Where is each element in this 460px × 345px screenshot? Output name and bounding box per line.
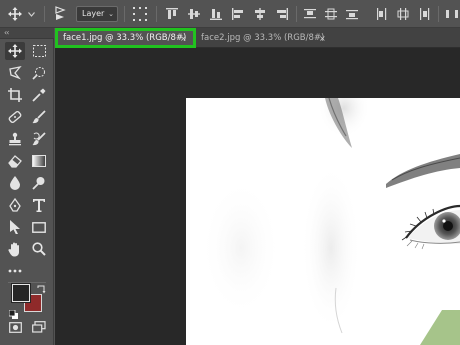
brush-icon[interactable] xyxy=(29,108,49,126)
close-icon[interactable]: × xyxy=(319,34,326,43)
distribute-left-icon[interactable] xyxy=(374,0,390,28)
history-brush-icon[interactable] xyxy=(29,130,49,148)
hand-icon[interactable] xyxy=(5,240,25,258)
foreground-color-swatch[interactable] xyxy=(11,283,31,303)
distribute-spacing-icon[interactable] xyxy=(444,0,460,28)
align-top-icon[interactable] xyxy=(164,0,180,28)
more-tools-icon[interactable] xyxy=(5,262,25,280)
tab-face2[interactable]: face2.jpg @ 33.3% (RGB/8#) × xyxy=(195,28,335,48)
distribute-bottom-icon[interactable] xyxy=(344,0,360,28)
default-colors-icon[interactable] xyxy=(8,304,18,319)
options-bar: Layer ⌄ xyxy=(0,0,460,28)
face-photo xyxy=(201,98,460,345)
document-canvas[interactable] xyxy=(186,98,460,345)
quick-selection-icon[interactable] xyxy=(29,64,49,82)
align-vertical-center-icon[interactable] xyxy=(186,0,202,28)
distribute-right-icon[interactable] xyxy=(416,0,432,28)
distribute-vertical-center-icon[interactable] xyxy=(323,0,339,28)
eraser-icon[interactable] xyxy=(5,152,25,170)
chevron-down-icon[interactable] xyxy=(26,0,36,28)
align-bottom-icon[interactable] xyxy=(208,0,224,28)
tab-label: face2.jpg @ 33.3% (RGB/8#) xyxy=(201,33,325,43)
crop-icon[interactable] xyxy=(5,86,25,104)
pen-icon[interactable] xyxy=(5,196,25,214)
move-icon[interactable] xyxy=(6,0,24,28)
path-selection-icon[interactable] xyxy=(5,218,25,236)
auto-select-icon[interactable] xyxy=(51,0,69,28)
clone-stamp-icon[interactable] xyxy=(5,130,25,148)
tab-highlight-box xyxy=(55,28,196,48)
transform-controls-icon[interactable] xyxy=(131,0,149,28)
dodge-icon[interactable] xyxy=(29,174,49,192)
swap-colors-icon[interactable] xyxy=(36,280,46,294)
screen-mode-icon[interactable] xyxy=(29,318,49,336)
type-tool-icon[interactable] xyxy=(29,196,49,214)
canvas-workspace[interactable] xyxy=(55,48,460,345)
rectangular-marquee-icon[interactable] xyxy=(29,42,49,60)
distribute-horizontal-center-icon[interactable] xyxy=(395,0,411,28)
gradient-icon[interactable] xyxy=(29,152,49,170)
healing-brush-icon[interactable] xyxy=(5,108,25,126)
quick-mask-icon[interactable] xyxy=(5,318,25,336)
blur-icon[interactable] xyxy=(5,174,25,192)
tools-panel: ‹‹ xyxy=(0,28,54,345)
move-tool-icon[interactable] xyxy=(5,42,25,60)
layer-select[interactable]: Layer ⌄ xyxy=(76,6,118,22)
distribute-top-icon[interactable] xyxy=(302,0,318,28)
zoom-icon[interactable] xyxy=(29,240,49,258)
align-horizontal-center-icon[interactable] xyxy=(252,0,268,28)
align-right-icon[interactable] xyxy=(274,0,290,28)
align-left-icon[interactable] xyxy=(230,0,246,28)
panel-collapse-handle[interactable]: ‹‹ xyxy=(0,28,54,39)
lasso-icon[interactable] xyxy=(5,64,25,82)
eyedropper-icon[interactable] xyxy=(29,86,49,104)
rectangle-shape-icon[interactable] xyxy=(29,218,49,236)
